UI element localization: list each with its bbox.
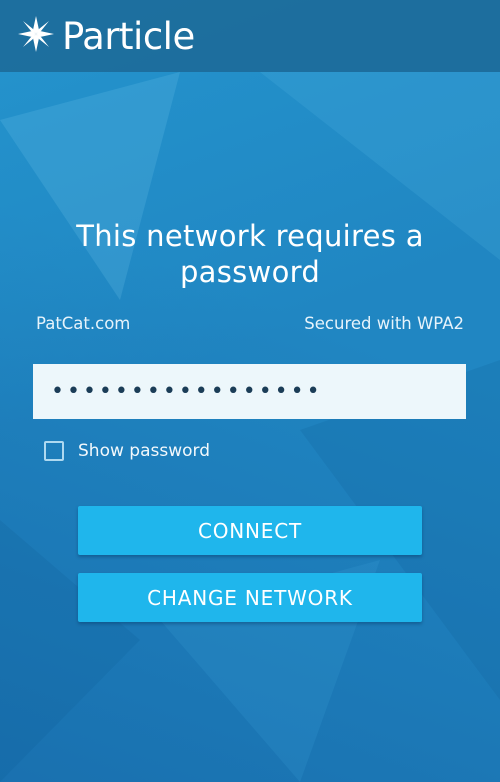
brand-name: Particle xyxy=(62,14,195,58)
brand-logo: Particle xyxy=(18,16,195,56)
network-info: PatCat.com Secured with WPA2 xyxy=(36,314,464,333)
page-title-line-1: This network requires a xyxy=(76,219,424,253)
connect-button[interactable]: CONNECT xyxy=(78,506,422,555)
show-password-checkbox[interactable] xyxy=(44,441,64,461)
show-password-label[interactable]: Show password xyxy=(78,441,210,461)
page-title-line-2: password xyxy=(179,255,321,289)
change-network-button[interactable]: CHANGE NETWORK xyxy=(78,573,422,622)
page-title: This network requires a password xyxy=(0,218,500,290)
network-name: PatCat.com xyxy=(36,314,131,333)
show-password-row[interactable]: Show password xyxy=(44,441,210,461)
header-bar: Particle xyxy=(0,0,500,72)
security-type: Secured with WPA2 xyxy=(304,314,464,333)
password-field[interactable] xyxy=(33,364,466,419)
particle-star-logo-icon xyxy=(18,16,54,56)
